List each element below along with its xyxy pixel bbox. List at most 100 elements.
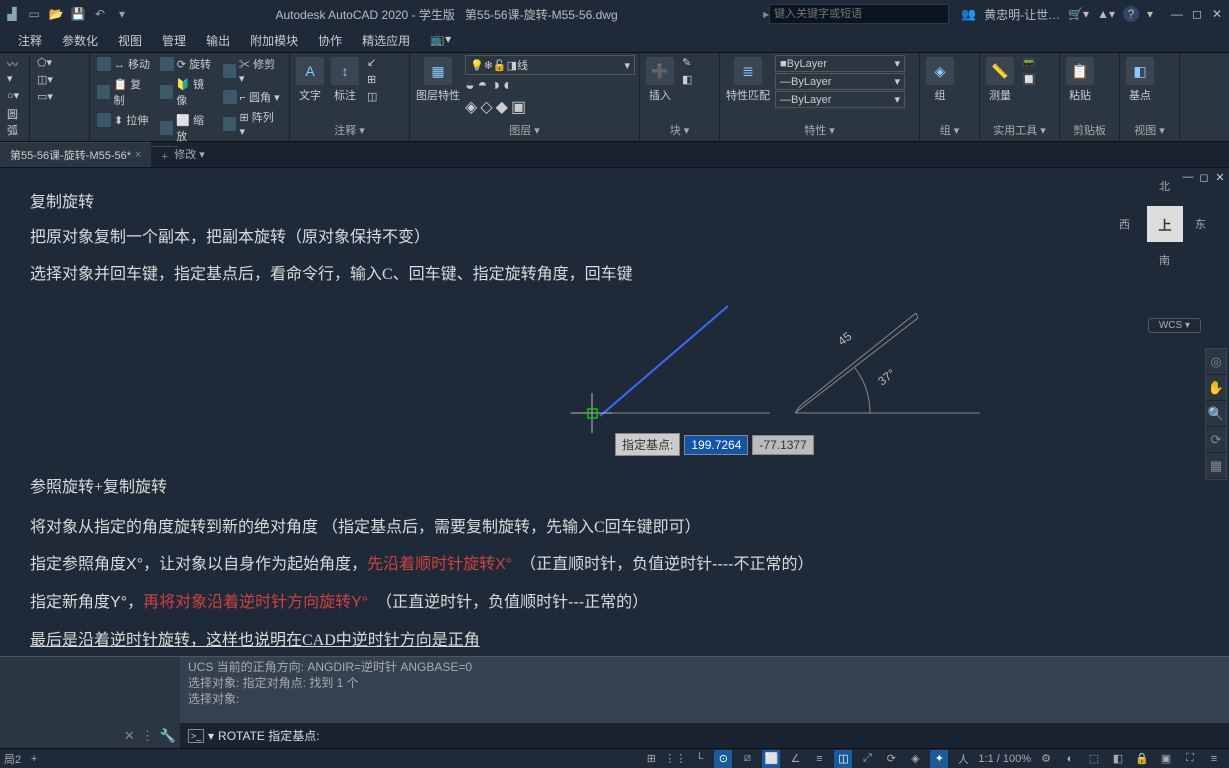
nav-orbit-icon[interactable]: ⟳ <box>1206 427 1226 453</box>
viewcube-north[interactable]: 北 <box>1159 178 1170 194</box>
units-icon[interactable]: ⬚ <box>1085 750 1103 768</box>
3dosnap-icon[interactable]: ◈ <box>906 750 924 768</box>
command-history[interactable]: UCS 当前的正角方向: ANGDIR=逆时针 ANGBASE=0 选择对象: … <box>180 657 1229 723</box>
cmd-handle-icon[interactable]: ⋮ <box>141 728 154 744</box>
qv-icon[interactable]: 人 <box>954 750 972 768</box>
save-icon[interactable]: 💾 <box>70 6 86 22</box>
viewcube-east[interactable]: 东 <box>1195 216 1206 232</box>
copy-button[interactable]: 📋 复制 <box>94 75 154 109</box>
polyline-tool[interactable]: ⬠▾ <box>34 55 56 70</box>
lock-ui-icon[interactable]: 🔒 <box>1133 750 1151 768</box>
menu-item[interactable]: 注释 <box>8 28 52 52</box>
layer-tool-icon[interactable]: ▣ <box>511 97 526 117</box>
help-icon[interactable]: ? <box>1123 6 1139 22</box>
osnap-icon[interactable]: ⬜ <box>762 750 780 768</box>
wcs-badge[interactable]: WCS ▾ <box>1148 318 1201 333</box>
circle-tool[interactable]: ○▾ <box>4 88 25 103</box>
panel-label-group[interactable]: 组 ▾ <box>924 121 975 139</box>
rotate-button[interactable]: ⟳ 旋转 <box>157 55 217 73</box>
insert-button[interactable]: ➕插入 <box>644 55 676 105</box>
lwt-icon[interactable]: ≡ <box>810 750 828 768</box>
restore-icon[interactable]: ◻ <box>1189 6 1205 22</box>
command-line[interactable]: >_ ▾ ROTATE 指定基点: <box>180 723 1229 748</box>
paste-button[interactable]: 📋粘贴 <box>1064 55 1096 105</box>
group-button[interactable]: ◈组 <box>924 55 956 105</box>
menu-item[interactable]: 输出 <box>196 28 240 52</box>
panel-label-layers[interactable]: 图层 ▾ <box>414 121 635 139</box>
stretch-button[interactable]: ⬍ 拉伸 <box>94 111 154 129</box>
viewcube-south[interactable]: 南 <box>1159 252 1170 268</box>
undo-icon[interactable]: ↶ <box>92 6 108 22</box>
match-props-button[interactable]: ≣特性匹配 <box>724 55 772 105</box>
help-dropdown-icon[interactable]: ▾ <box>1147 7 1153 21</box>
qselect-icon[interactable]: 🔲 <box>1019 72 1039 87</box>
menu-featured-icon[interactable]: 📺▾ <box>420 28 461 52</box>
viewcube-top-face[interactable]: 上 <box>1147 206 1183 242</box>
drawing-canvas[interactable]: — ◻ ✕ 复制旋转 把原对象复制一个副本，把副本旋转（原对象保持不变） 选择对… <box>0 168 1229 656</box>
sc-icon[interactable]: ⤢ <box>858 750 876 768</box>
nav-showmotion-icon[interactable]: ▦ <box>1206 453 1226 479</box>
tab-close-icon[interactable]: × <box>135 149 141 161</box>
panel-label-utilities[interactable]: 实用工具 ▾ <box>984 121 1055 139</box>
app-menu-icon[interactable]: ▟ <box>4 6 20 22</box>
close-icon[interactable]: ✕ <box>1209 6 1225 22</box>
panel-label-annotation[interactable]: 注释 ▾ <box>294 121 405 139</box>
layer-dropdown[interactable]: 💡❄🔓◨ 线▾ <box>465 55 635 75</box>
table-icon[interactable]: ⊞ <box>364 72 380 87</box>
layer-tool-icon[interactable]: ◑ <box>490 77 500 95</box>
dyn-input-icon[interactable]: ✦ <box>930 750 948 768</box>
layer-tool-icon[interactable]: ◆ <box>496 97 508 117</box>
polar-icon[interactable]: ⊙ <box>714 750 732 768</box>
measure-button[interactable]: 📏测量 <box>984 55 1016 105</box>
iso-icon[interactable]: ⧄ <box>738 750 756 768</box>
dyn-x-input[interactable]: 199.7264 <box>684 435 748 455</box>
hatch-tool[interactable]: ◫▾ <box>34 72 56 87</box>
cmd-customize-icon[interactable]: 🔧 <box>160 728 176 744</box>
panel-label-clipboard[interactable]: 剪贴板 <box>1064 121 1115 139</box>
rect-tool[interactable]: ▭▾ <box>34 89 56 104</box>
cmd-triangle-icon[interactable]: ▾ <box>208 729 214 743</box>
quickprops-icon[interactable]: ◧ <box>1109 750 1127 768</box>
new-icon[interactable]: ▭ <box>26 6 42 22</box>
layer-props-button[interactable]: ▦图层特性 <box>414 55 462 105</box>
scale-button[interactable]: ⬜ 缩放 <box>157 111 217 145</box>
nav-zoom-icon[interactable]: 🔍 <box>1206 401 1226 427</box>
block-tool-icon[interactable]: ✎ <box>679 55 695 70</box>
array-button[interactable]: ⊞ 阵列 ▾ <box>220 108 285 139</box>
viewcube[interactable]: 北 西 东 南 上 <box>1119 178 1209 268</box>
layer-tool-icon[interactable]: ◓ <box>478 77 488 95</box>
mirror-button[interactable]: 🔰 镜像 <box>157 75 217 109</box>
zoom-label[interactable]: 1:1 / 100% <box>978 753 1031 765</box>
menu-item[interactable]: 协作 <box>308 28 352 52</box>
panel-label-view[interactable]: 视图 ▾ <box>1124 121 1175 139</box>
search-box[interactable] <box>769 4 949 24</box>
search-input[interactable] <box>774 8 944 20</box>
cart-icon[interactable]: 🛒▾ <box>1068 7 1089 21</box>
arc-tool[interactable]: 〰▾ <box>4 55 25 86</box>
menu-item[interactable]: 管理 <box>152 28 196 52</box>
add-tab-button[interactable]: + <box>151 146 177 167</box>
menu-item[interactable]: 附加模块 <box>240 28 308 52</box>
basepoint-button[interactable]: ◧基点 <box>1124 55 1156 105</box>
lineweight-dropdown[interactable]: — ByLayer▾ <box>775 73 905 90</box>
move-button[interactable]: ↔ 移动 <box>94 55 154 73</box>
ann-more-icon[interactable]: ◫ <box>364 89 380 104</box>
panel-label-properties[interactable]: 特性 ▾ <box>724 121 915 139</box>
grid-icon[interactable]: ⊞ <box>642 750 660 768</box>
leader-icon[interactable]: ↙ <box>364 55 380 70</box>
nav-pan-icon[interactable]: ✋ <box>1206 375 1226 401</box>
layer-tool-icon[interactable]: ◒ <box>465 77 475 95</box>
add-layout-button[interactable]: + <box>25 750 43 768</box>
ann-mon-icon[interactable]: ◐ <box>1061 750 1079 768</box>
cleanscreen-icon[interactable]: ⛶ <box>1181 750 1199 768</box>
layer-tool-icon[interactable]: ◈ <box>465 97 477 117</box>
dyn-y-input[interactable]: -77.1377 <box>752 435 813 455</box>
customization-icon[interactable]: ≡ <box>1205 750 1223 768</box>
minimize-icon[interactable]: — <box>1169 6 1185 22</box>
color-dropdown[interactable]: ■ ByLayer▾ <box>775 55 905 72</box>
linetype-dropdown[interactable]: — ByLayer▾ <box>775 91 905 108</box>
cmd-close-icon[interactable]: ✕ <box>124 728 135 744</box>
transparency-icon[interactable]: ◫ <box>834 750 852 768</box>
menu-item[interactable]: 视图 <box>108 28 152 52</box>
text-button[interactable]: A文字 <box>294 55 326 105</box>
